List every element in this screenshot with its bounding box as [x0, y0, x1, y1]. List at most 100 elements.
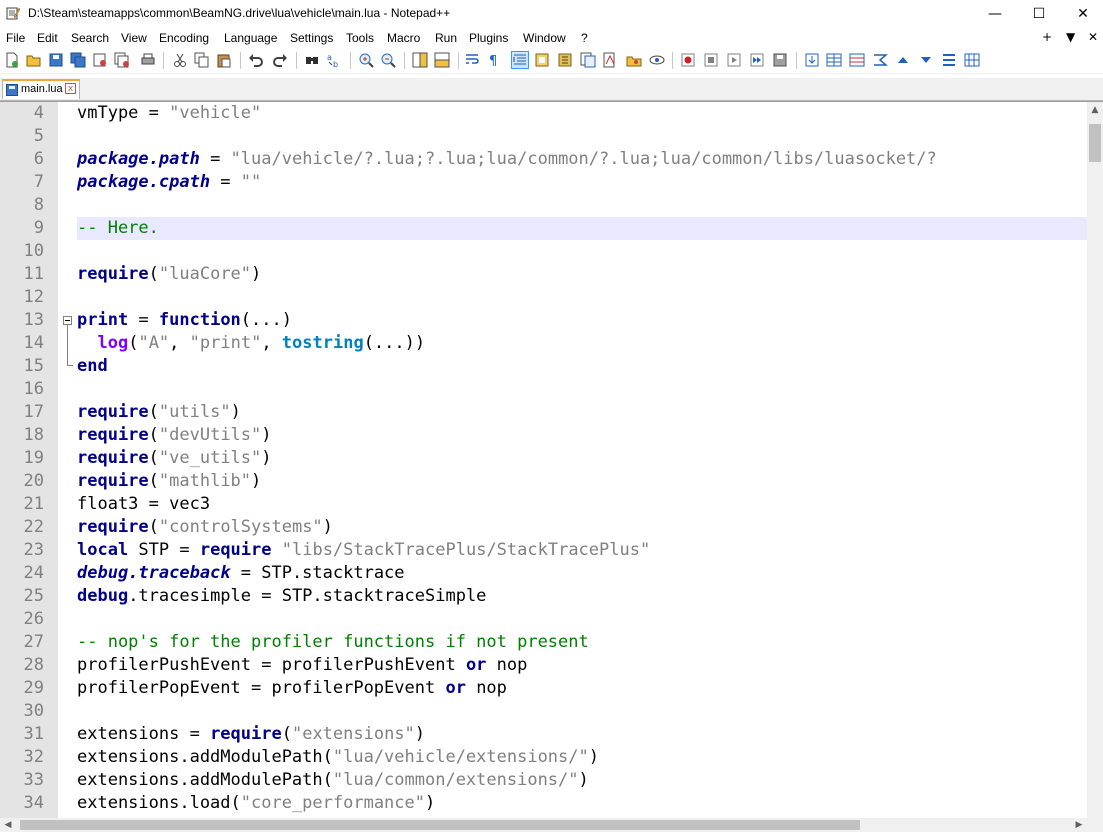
open-file-icon[interactable]	[26, 52, 42, 68]
sync-horizontal-icon[interactable]	[434, 52, 450, 68]
code-line[interactable]: require("mathlib")	[77, 470, 261, 493]
save-all-icon[interactable]	[70, 52, 86, 68]
code-line[interactable]: extensions.load("core_performance")	[77, 792, 435, 815]
close-button[interactable]: ✕	[1060, 0, 1103, 28]
tab-list-button[interactable]: ▼	[1066, 30, 1075, 44]
code-token: )	[251, 471, 262, 491]
line-number: 7	[33, 172, 44, 192]
word-wrap-icon[interactable]	[464, 52, 480, 68]
code-line[interactable]: log("A", "print", tostring(...))	[77, 332, 425, 355]
menu-run[interactable]: Run	[435, 31, 457, 45]
copy-icon[interactable]	[194, 52, 210, 68]
menu-view[interactable]: View	[121, 31, 147, 45]
code-line[interactable]: print = function(...)	[77, 309, 292, 332]
menu-window[interactable]: Window	[523, 31, 566, 45]
up-arrow-icon[interactable]	[895, 52, 911, 68]
function-list-icon[interactable]	[557, 52, 573, 68]
menu-encoding[interactable]: Encoding	[159, 31, 209, 45]
indent-guide-icon[interactable]	[511, 51, 529, 69]
show-all-chars-icon[interactable]: ¶	[486, 52, 502, 68]
close-doc-button[interactable]: ✕	[1088, 30, 1098, 44]
scroll-left-arrow-icon[interactable]: ◀	[0, 818, 16, 832]
menu-tools[interactable]: Tools	[346, 31, 374, 45]
menu-plugins[interactable]: Plugins	[469, 31, 508, 45]
code-line[interactable]: profilerPopEvent = profilerPopEvent or n…	[77, 677, 507, 700]
code-line[interactable]: debug.traceback = STP.stacktrace	[77, 562, 405, 585]
menu-macro[interactable]: Macro	[387, 31, 420, 45]
code-line[interactable]: require("luaCore")	[77, 263, 261, 286]
cut-icon[interactable]	[172, 52, 188, 68]
doc-map-icon[interactable]	[534, 52, 550, 68]
code-line[interactable]: extensions.addModulePath("lua/common/ext…	[77, 769, 589, 792]
menu-help[interactable]: ?	[581, 31, 588, 45]
code-line[interactable]: extensions.addModulePath("lua/vehicle/ex…	[77, 746, 599, 769]
record-macro-icon[interactable]	[680, 52, 696, 68]
close-icon[interactable]	[92, 52, 108, 68]
play-macro-icon[interactable]	[726, 52, 742, 68]
run-macro-multiple-icon[interactable]	[749, 52, 765, 68]
tab-close-button[interactable]: x	[65, 83, 76, 94]
paste-icon[interactable]	[216, 52, 232, 68]
redo-icon[interactable]	[272, 52, 288, 68]
menu-file[interactable]: File	[6, 31, 25, 45]
line-number: 9	[33, 218, 44, 238]
plugin-6-icon[interactable]	[964, 52, 980, 68]
code-line[interactable]: local STP = require "libs/StackTracePlus…	[77, 539, 650, 562]
vertical-scrollbar[interactable]: ▲	[1087, 102, 1103, 832]
new-file-icon[interactable]	[4, 52, 20, 68]
menu-edit[interactable]: Edit	[37, 31, 58, 45]
code-line[interactable]: profilerPushEvent = profilerPushEvent or…	[77, 654, 527, 677]
zoom-in-icon[interactable]	[358, 52, 374, 68]
fold-toggle-icon[interactable]	[63, 316, 72, 325]
code-line[interactable]: end	[77, 355, 108, 378]
code-line[interactable]: require("controlSystems")	[77, 516, 333, 539]
doc-switcher-icon[interactable]	[626, 52, 642, 68]
close-all-icon[interactable]	[114, 52, 130, 68]
save-macro-icon[interactable]	[772, 52, 788, 68]
plugin-4-icon[interactable]	[872, 52, 888, 68]
undo-icon[interactable]	[248, 52, 264, 68]
menu-search[interactable]: Search	[71, 31, 109, 45]
zoom-out-icon[interactable]	[380, 52, 396, 68]
code-line[interactable]: extensions = require("extensions")	[77, 723, 425, 746]
scroll-right-arrow-icon[interactable]: ▶	[1071, 818, 1087, 832]
print-icon[interactable]	[140, 52, 156, 68]
find-icon[interactable]	[304, 52, 320, 68]
horizontal-scroll-thumb[interactable]	[20, 820, 860, 830]
monitoring-icon[interactable]	[602, 52, 618, 68]
editor-area[interactable]: 4 5 6 7 8 9 10 11 12 13 14 15 16 17 18 19 20 21 22 23 24 25 26…	[0, 101, 1103, 832]
preview-icon[interactable]	[649, 52, 665, 68]
code-line[interactable]: require("utils")	[77, 401, 241, 424]
plugin-5-icon[interactable]	[941, 52, 957, 68]
code-line[interactable]: package.cpath = ""	[77, 171, 261, 194]
code-line[interactable]: require("ve_utils")	[77, 447, 272, 470]
stop-macro-icon[interactable]	[703, 52, 719, 68]
minimize-button[interactable]: —	[972, 0, 1018, 28]
maximize-button[interactable]: ☐	[1016, 0, 1062, 28]
plugin-1-icon[interactable]	[804, 52, 820, 68]
code-line[interactable]: vmType = "vehicle"	[77, 102, 261, 125]
code-token: )	[588, 747, 599, 767]
replace-icon[interactable]: ab	[326, 52, 342, 68]
down-arrow-icon[interactable]	[918, 52, 934, 68]
sync-vertical-icon[interactable]	[412, 52, 428, 68]
menu-language[interactable]: Language	[224, 31, 277, 45]
new-tab-button[interactable]: +	[1042, 30, 1052, 44]
code-line[interactable]: require("devUtils")	[77, 424, 272, 447]
plugin-3-icon[interactable]	[849, 52, 865, 68]
vertical-scroll-thumb[interactable]	[1089, 124, 1101, 162]
code-line[interactable]: -- nop's for the profiler functions if n…	[77, 631, 589, 654]
code-token: function	[158, 310, 241, 330]
save-icon[interactable]	[48, 52, 64, 68]
tab-main-lua[interactable]: main.lua x	[2, 79, 80, 99]
code-line[interactable]: -- Here.	[77, 217, 159, 240]
code-text[interactable]: vmType = "vehicle" package.path = "lua/ve…	[77, 102, 1087, 832]
menu-settings[interactable]: Settings	[290, 31, 333, 45]
horizontal-scrollbar[interactable]: ◀ ▶	[0, 818, 1087, 832]
code-line[interactable]: float3 = vec3	[77, 493, 210, 516]
code-line[interactable]: debug.tracesimple = STP.stacktraceSimple	[77, 585, 486, 608]
plugin-2-icon[interactable]	[826, 52, 842, 68]
scroll-up-arrow-icon[interactable]: ▲	[1087, 102, 1103, 118]
code-line[interactable]: package.path = "lua/vehicle/?.lua;?.lua;…	[77, 148, 937, 171]
folder-workspace-icon[interactable]	[580, 52, 596, 68]
